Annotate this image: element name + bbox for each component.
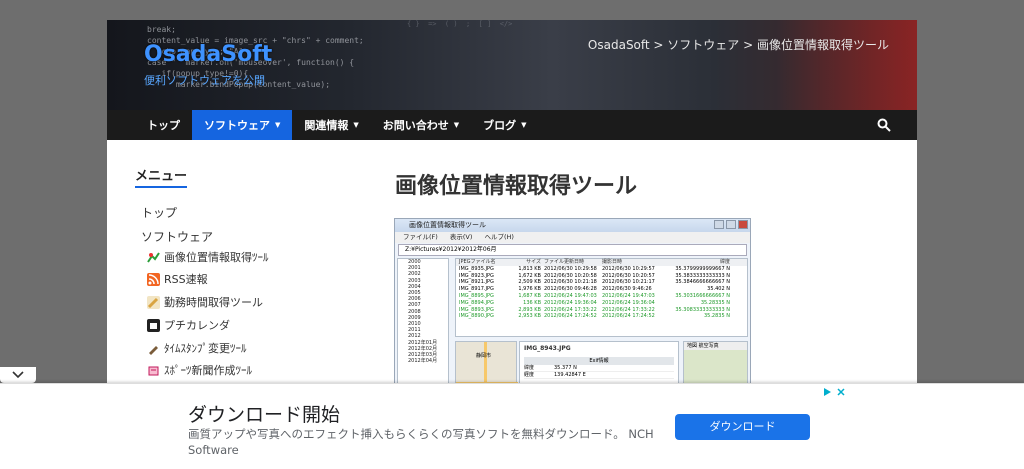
ad-description[interactable]: 画質アップや写真へのエフェクト挿入もらくらくの写真ソフトを無料ダウンロード。 N… (188, 426, 658, 458)
screenshot-titlebar: 画像位置情報取得ツール (395, 219, 750, 232)
caret-down-icon: ▼ (275, 121, 281, 129)
main-nav: トップ ソフトウェア ▼ 関連情報 ▼ お問い合わせ ▼ ブログ ▼ (107, 110, 917, 140)
banner-code-background-secondary: { } => ( ) ; [ ] </> (407, 20, 513, 28)
calendar-icon (147, 318, 160, 332)
table-header-row: JPEGファイル名 サイズ ファイル更新日時 撮影日時 緯度 (456, 259, 747, 266)
nav-item-blog[interactable]: ブログ ▼ (471, 110, 538, 140)
ad-info-icon[interactable] (822, 387, 832, 397)
caret-down-icon: ▼ (453, 121, 460, 129)
close-icon (738, 220, 748, 229)
map-label: 静岡市 (476, 353, 492, 359)
pen-icon (147, 341, 160, 355)
nav-item-top[interactable]: トップ (135, 110, 192, 140)
sidebar-item-geo-tool[interactable]: 画像位置情報取得ﾂｰﾙ (147, 249, 269, 265)
rss-icon (147, 272, 160, 286)
table-row: IMG_8893.JPG 2,893 KB 2012/06/24 17:33:22 2… (459, 306, 730, 313)
sidebar-item-worktime[interactable]: 勤務時間取得ツール (147, 294, 263, 310)
sidebar-item-top[interactable]: トップ (141, 204, 177, 221)
page-title: 画像位置情報取得ツール (395, 174, 638, 199)
nav-item-related[interactable]: 関連情報 ▼ (292, 110, 370, 140)
caret-down-icon: ▼ (353, 121, 359, 129)
ad-download-button[interactable]: ダウンロード (675, 414, 810, 440)
sidebar-item-sports-news[interactable]: ｽﾎﾟｰﾂ新聞作成ﾂｰﾙ (147, 362, 252, 378)
header-banner: break; content_value = image_src + "chrs… (107, 20, 917, 110)
sidebar-item-software[interactable]: ソフトウェア (141, 228, 213, 245)
table-row: IMG_8890.JPG 2,953 KB 2012/06/24 17:24:52 2… (459, 313, 730, 320)
nav-item-contact[interactable]: お問い合わせ ▼ (371, 110, 471, 140)
sidebar-title: メニュー (135, 165, 188, 188)
tree-item: 2012年04月 (408, 358, 438, 365)
maximize-icon (726, 220, 736, 229)
site-tagline: 便利ソフトウェアを公開 (144, 74, 265, 87)
table-row: IMG_8923.JPG 1,672 KB 2012/06/30 10:20:58 2… (459, 272, 730, 279)
map-pin-icon (147, 250, 160, 264)
table-row: IMG_8935.JPG 1,813 KB 2012/06/30 10:29:58 2… (459, 265, 730, 272)
newspaper-icon (147, 363, 160, 377)
banner-red-glow (777, 20, 917, 110)
screenshot-path-field: Z:¥Pictures¥2012¥2012年06月 (398, 244, 747, 256)
sidebar-item-timestamp[interactable]: ﾀｲﾑｽﾀﾝﾌﾟ変更ﾂｰﾙ (147, 340, 247, 356)
close-icon[interactable] (836, 387, 846, 397)
ad-choices[interactable] (822, 386, 848, 398)
sidebar-item-rss[interactable]: RSS速報 (147, 271, 208, 287)
caret-down-icon: ▼ (521, 121, 527, 129)
ad-title[interactable]: ダウンロード開始 (188, 400, 340, 427)
screenshot-menubar: ファイル(F) 表示(V) ヘルプ(H) (395, 232, 750, 243)
minimize-icon (714, 220, 724, 229)
sidebar-item-calendar[interactable]: プチカレンダ (147, 317, 230, 333)
ad-banner[interactable]: ダウンロード開始 画質アップや写真へのエフェクト挿入もらくらくの写真ソフトを無料… (0, 383, 1024, 469)
table-row: IMG_8921.JPG 2,509 KB 2012/06/30 10:21:18 2… (459, 279, 730, 286)
chevron-down-icon (12, 371, 24, 379)
table-row: IMG_8917.JPG 1,976 KB 2012/06/30 09:46:28 2… (459, 286, 730, 293)
site-logo[interactable]: OsadaSoft (144, 42, 272, 67)
ad-collapse-button[interactable] (0, 367, 36, 383)
screenshot-file-table: JPEGファイル名 サイズ ファイル更新日時 撮影日時 緯度 IMG_8935.… (455, 258, 748, 337)
table-row: IMG_8895.JPG 1,687 KB 2012/06/24 19:47:03 2… (459, 292, 730, 299)
table-row: IMG_8894.JPG 136 KB 2012/06/24 19:36:04 201… (459, 299, 730, 306)
nav-item-software[interactable]: ソフトウェア ▼ (192, 110, 293, 140)
pencil-icon (147, 295, 160, 309)
breadcrumb[interactable]: OsadaSoft > ソフトウェア > 画像位置情報取得ツール (588, 36, 889, 53)
search-icon[interactable] (877, 118, 891, 132)
